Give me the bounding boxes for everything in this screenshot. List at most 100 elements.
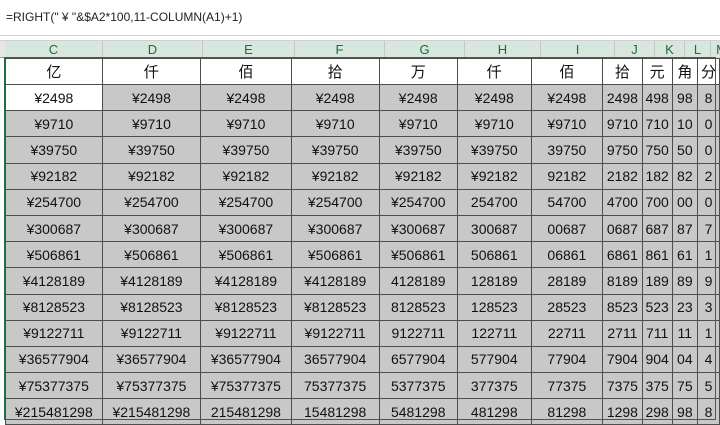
table-cell[interactable]: 6861 [602, 241, 643, 269]
table-cell[interactable]: 4128189 [378, 267, 458, 295]
table-cell[interactable]: 1 [697, 319, 720, 347]
table-cell[interactable]: 577904 [456, 345, 532, 374]
table-cell[interactable]: ¥2498 [290, 83, 380, 112]
table-cell[interactable]: 54700 [530, 188, 604, 216]
table-cell[interactable]: 2182 [602, 162, 643, 190]
table-cell[interactable]: 28523 [530, 293, 604, 321]
table-cell[interactable]: ¥4128189 [200, 267, 292, 295]
table-cell[interactable]: 189 [641, 267, 673, 295]
table-cell[interactable]: ¥75377375 [101, 372, 202, 400]
table-cell[interactable]: 61 [671, 241, 699, 269]
table-cell[interactable]: 4700 [602, 188, 643, 216]
header-cell[interactable]: 仟 [101, 58, 202, 85]
table-cell[interactable]: ¥39750 [290, 136, 380, 164]
table-cell[interactable]: 23 [671, 293, 699, 321]
table-cell[interactable]: ¥36577904 [200, 345, 292, 374]
table-cell[interactable]: 5377375 [378, 372, 458, 400]
table-cell[interactable]: 700 [641, 188, 673, 216]
table-cell[interactable]: ¥506861 [200, 241, 292, 269]
table-cell[interactable]: 98 [671, 398, 699, 425]
table-cell[interactable]: ¥2498 [200, 83, 292, 112]
table-cell[interactable]: 28189 [530, 267, 604, 295]
table-cell[interactable]: 89 [671, 267, 699, 295]
table-cell[interactable]: ¥9710 [456, 110, 532, 138]
table-cell[interactable]: 04 [671, 345, 699, 374]
table-cell[interactable]: ¥9122711 [200, 319, 292, 347]
column-header-k[interactable]: K [655, 41, 685, 58]
table-cell[interactable]: 0 [697, 110, 720, 138]
table-cell[interactable]: 7 [697, 214, 720, 243]
table-cell[interactable]: ¥8128523 [290, 293, 380, 321]
header-cell[interactable]: 佰 [200, 58, 292, 85]
table-cell[interactable]: 1 [697, 241, 720, 269]
table-cell[interactable]: ¥9122711 [101, 319, 202, 347]
table-cell[interactable]: 75 [671, 372, 699, 400]
table-cell[interactable]: 77904 [530, 345, 604, 374]
table-cell[interactable]: 904 [641, 345, 673, 374]
table-cell[interactable]: ¥9122711 [5, 319, 103, 347]
table-cell[interactable]: 9122711 [378, 319, 458, 347]
table-cell[interactable]: 0 [697, 188, 720, 216]
table-cell[interactable]: 8189 [602, 267, 643, 295]
table-cell[interactable]: 6577904 [378, 345, 458, 374]
table-cell[interactable]: ¥2498 [456, 83, 532, 112]
table-cell[interactable]: 711 [641, 319, 673, 347]
column-header-d[interactable]: D [103, 41, 203, 58]
table-cell[interactable]: 00687 [530, 214, 604, 243]
header-cell[interactable]: 分 [697, 58, 720, 85]
formula-text[interactable]: =RIGHT(" ¥ "&$A2*100,11-COLUMN(A1)+1) [6, 10, 242, 24]
table-cell[interactable]: 2 [697, 162, 720, 190]
table-cell[interactable]: ¥300687 [378, 214, 458, 243]
table-cell[interactable]: 8 [697, 83, 720, 112]
table-cell[interactable]: ¥254700 [200, 188, 292, 216]
column-header-h[interactable]: H [465, 41, 541, 58]
table-cell[interactable]: 3 [697, 293, 720, 321]
table-cell[interactable]: 92182 [530, 162, 604, 190]
table-cell[interactable]: ¥254700 [5, 188, 103, 216]
table-cell[interactable]: ¥92182 [456, 162, 532, 190]
table-cell[interactable]: 215481298 [200, 398, 292, 425]
table-cell[interactable]: 8128523 [378, 293, 458, 321]
table-cell[interactable]: ¥506861 [378, 241, 458, 269]
table-cell[interactable]: ¥39750 [5, 136, 103, 164]
table-cell[interactable]: 377375 [456, 372, 532, 400]
table-cell[interactable]: ¥4128189 [101, 267, 202, 295]
table-cell[interactable]: ¥506861 [5, 241, 103, 269]
table-cell[interactable]: ¥506861 [290, 241, 380, 269]
table-cell[interactable]: 710 [641, 110, 673, 138]
table-cell[interactable]: 06861 [530, 241, 604, 269]
table-cell[interactable]: ¥36577904 [5, 345, 103, 374]
table-cell[interactable]: 39750 [530, 136, 604, 164]
table-cell[interactable]: ¥9710 [530, 110, 604, 138]
table-cell[interactable]: 375 [641, 372, 673, 400]
header-cell[interactable]: 拾 [602, 58, 643, 85]
table-cell[interactable]: 687 [641, 214, 673, 243]
table-cell[interactable]: 87 [671, 214, 699, 243]
header-cell[interactable]: 仟 [456, 58, 532, 85]
table-cell[interactable]: ¥8128523 [5, 293, 103, 321]
table-cell[interactable]: ¥8128523 [101, 293, 202, 321]
table-cell[interactable]: 750 [641, 136, 673, 164]
table-cell[interactable]: 15481298 [290, 398, 380, 425]
table-cell[interactable]: 77375 [530, 372, 604, 400]
table-cell[interactable]: 9750 [602, 136, 643, 164]
table-cell[interactable]: ¥9122711 [290, 319, 380, 347]
table-cell[interactable]: 9710 [602, 110, 643, 138]
table-cell[interactable]: 506861 [456, 241, 532, 269]
table-cell[interactable]: 22711 [530, 319, 604, 347]
table-cell[interactable]: ¥254700 [290, 188, 380, 216]
table-cell[interactable]: ¥75377375 [5, 372, 103, 400]
table-cell[interactable]: 7375 [602, 372, 643, 400]
table-cell[interactable]: ¥9710 [101, 110, 202, 138]
table-cell[interactable]: 481298 [456, 398, 532, 425]
table-cell[interactable]: ¥300687 [200, 214, 292, 243]
table-cell[interactable]: 4 [697, 345, 720, 374]
table-cell[interactable]: 128523 [456, 293, 532, 321]
table-cell[interactable]: ¥9710 [378, 110, 458, 138]
table-cell[interactable]: 9 [697, 267, 720, 295]
table-cell[interactable]: 128189 [456, 267, 532, 295]
table-cell[interactable]: ¥2498 [378, 83, 458, 112]
table-cell[interactable]: ¥9710 [5, 110, 103, 138]
table-cell[interactable]: ¥2498 [530, 83, 604, 112]
table-cell[interactable]: ¥215481298 [5, 398, 103, 425]
